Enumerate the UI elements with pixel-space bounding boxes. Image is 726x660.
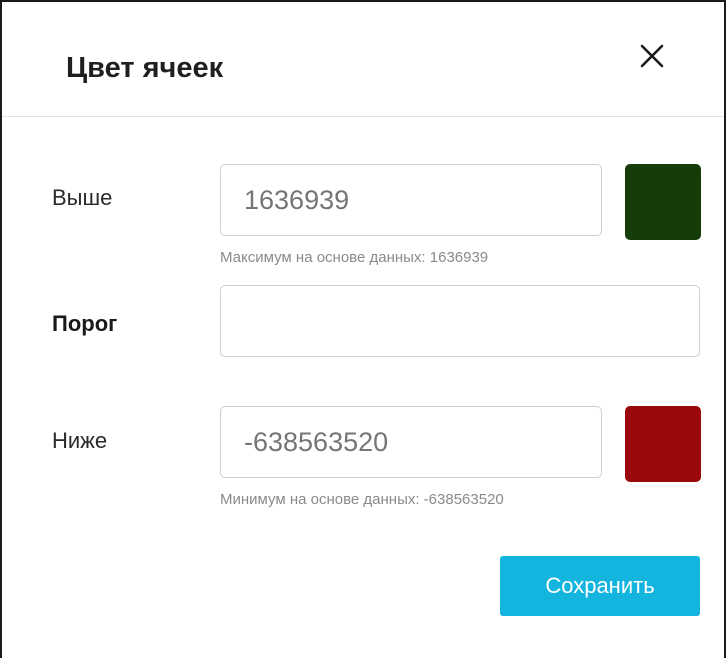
threshold-label: Порог bbox=[52, 311, 118, 336]
below-hint: Минимум на основе данных: -638563520 bbox=[220, 491, 504, 508]
dialog-header: Цвет ячеек bbox=[2, 2, 724, 117]
cell-color-dialog: Цвет ячеек Выше Максимум на основе данны… bbox=[0, 0, 726, 658]
dialog-title: Цвет ячеек bbox=[66, 52, 224, 84]
save-button[interactable]: Сохранить bbox=[500, 556, 700, 616]
close-icon[interactable] bbox=[632, 36, 672, 76]
below-label: Ниже bbox=[52, 428, 108, 453]
above-label: Выше bbox=[52, 185, 113, 210]
above-hint: Максимум на основе данных: 1636939 bbox=[220, 249, 489, 266]
above-color-swatch[interactable] bbox=[625, 164, 701, 240]
below-value-input[interactable] bbox=[220, 406, 602, 478]
threshold-input[interactable] bbox=[220, 285, 700, 357]
below-color-swatch[interactable] bbox=[625, 406, 701, 482]
above-value-input[interactable] bbox=[220, 164, 602, 236]
